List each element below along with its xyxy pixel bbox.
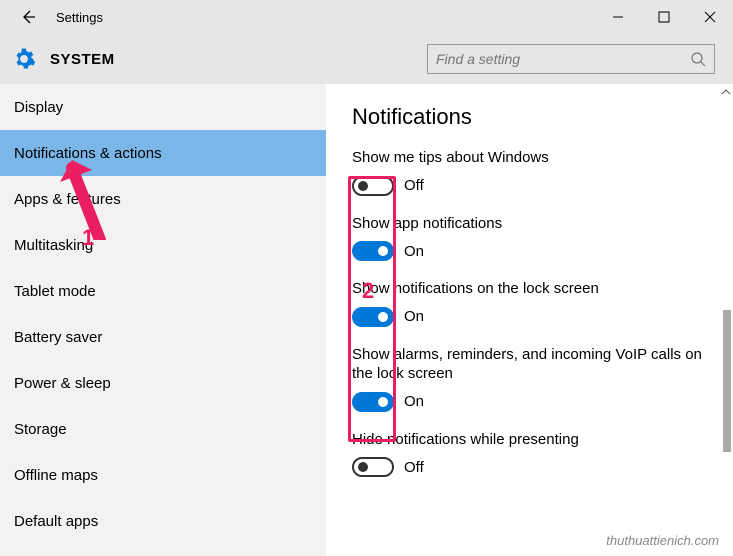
setting-label-0: Show me tips about Windows xyxy=(352,148,707,168)
search-icon xyxy=(690,51,706,67)
sidebar-item-0[interactable]: Display xyxy=(0,84,326,130)
toggle-3[interactable] xyxy=(352,392,394,412)
toggle-knob xyxy=(358,181,368,191)
sidebar-item-4[interactable]: Tablet mode xyxy=(0,268,326,314)
toggle-row-3: On xyxy=(352,392,707,412)
toggle-knob xyxy=(378,312,388,322)
back-button[interactable] xyxy=(8,0,48,34)
scroll-up-button[interactable] xyxy=(719,84,733,100)
toggle-row-4: Off xyxy=(352,457,707,477)
toggle-0[interactable] xyxy=(352,176,394,196)
toggle-1[interactable] xyxy=(352,241,394,261)
window-controls xyxy=(595,0,733,34)
maximize-button[interactable] xyxy=(641,0,687,34)
sidebar-item-2[interactable]: Apps & features xyxy=(0,176,326,222)
sidebar-item-label: Offline maps xyxy=(14,467,98,484)
sidebar-item-8[interactable]: Offline maps xyxy=(0,452,326,498)
sidebar-item-label: Default apps xyxy=(14,513,98,530)
sidebar-item-7[interactable]: Storage xyxy=(0,406,326,452)
search-box[interactable] xyxy=(427,44,715,74)
content-heading: Notifications xyxy=(352,104,707,130)
toggle-state-3: On xyxy=(404,393,424,410)
scroll-thumb[interactable] xyxy=(723,310,731,452)
sidebar-item-label: Apps & features xyxy=(14,191,121,208)
sidebar-item-label: Multitasking xyxy=(14,237,93,254)
back-arrow-icon xyxy=(19,8,37,26)
sidebar-item-label: Tablet mode xyxy=(14,283,96,300)
sidebar-item-label: Storage xyxy=(14,421,67,438)
toggle-row-0: Off xyxy=(352,176,707,196)
toggle-state-0: Off xyxy=(404,177,424,194)
setting-label-2: Show notifications on the lock screen xyxy=(352,279,707,299)
close-button[interactable] xyxy=(687,0,733,34)
sidebar-item-6[interactable]: Power & sleep xyxy=(0,360,326,406)
toggle-state-1: On xyxy=(404,243,424,260)
toggle-knob xyxy=(378,397,388,407)
setting-label-3: Show alarms, reminders, and incoming VoI… xyxy=(352,345,707,384)
gear-icon xyxy=(12,47,36,71)
sidebar-item-label: Power & sleep xyxy=(14,375,111,392)
sidebar-item-label: Battery saver xyxy=(14,329,102,346)
toggle-row-2: On xyxy=(352,307,707,327)
sidebar-item-1[interactable]: Notifications & actions xyxy=(0,130,326,176)
content-pane: Notifications Show me tips about Windows… xyxy=(326,84,733,556)
toggle-knob xyxy=(358,462,368,472)
header: SYSTEM xyxy=(0,34,733,84)
toggle-state-2: On xyxy=(404,308,424,325)
search-input[interactable] xyxy=(436,51,690,67)
minimize-button[interactable] xyxy=(595,0,641,34)
sidebar-item-9[interactable]: Default apps xyxy=(0,498,326,544)
sidebar-item-3[interactable]: Multitasking xyxy=(0,222,326,268)
toggle-knob xyxy=(378,246,388,256)
setting-label-1: Show app notifications xyxy=(352,214,707,234)
watermark: thuthuattienich.com xyxy=(606,533,719,548)
sidebar-item-5[interactable]: Battery saver xyxy=(0,314,326,360)
sidebar: Display Notifications & actions Apps & fea… xyxy=(0,84,326,556)
titlebar: Settings xyxy=(0,0,733,34)
setting-label-4: Hide notifications while presenting xyxy=(352,430,707,450)
toggle-row-1: On xyxy=(352,241,707,261)
toggle-2[interactable] xyxy=(352,307,394,327)
sidebar-item-label: Display xyxy=(14,99,63,116)
toggle-4[interactable] xyxy=(352,457,394,477)
sidebar-item-label: Notifications & actions xyxy=(14,145,162,162)
scrollbar[interactable] xyxy=(719,84,733,556)
page-title: SYSTEM xyxy=(50,51,115,68)
window-title: Settings xyxy=(56,10,103,25)
toggle-state-4: Off xyxy=(404,459,424,476)
